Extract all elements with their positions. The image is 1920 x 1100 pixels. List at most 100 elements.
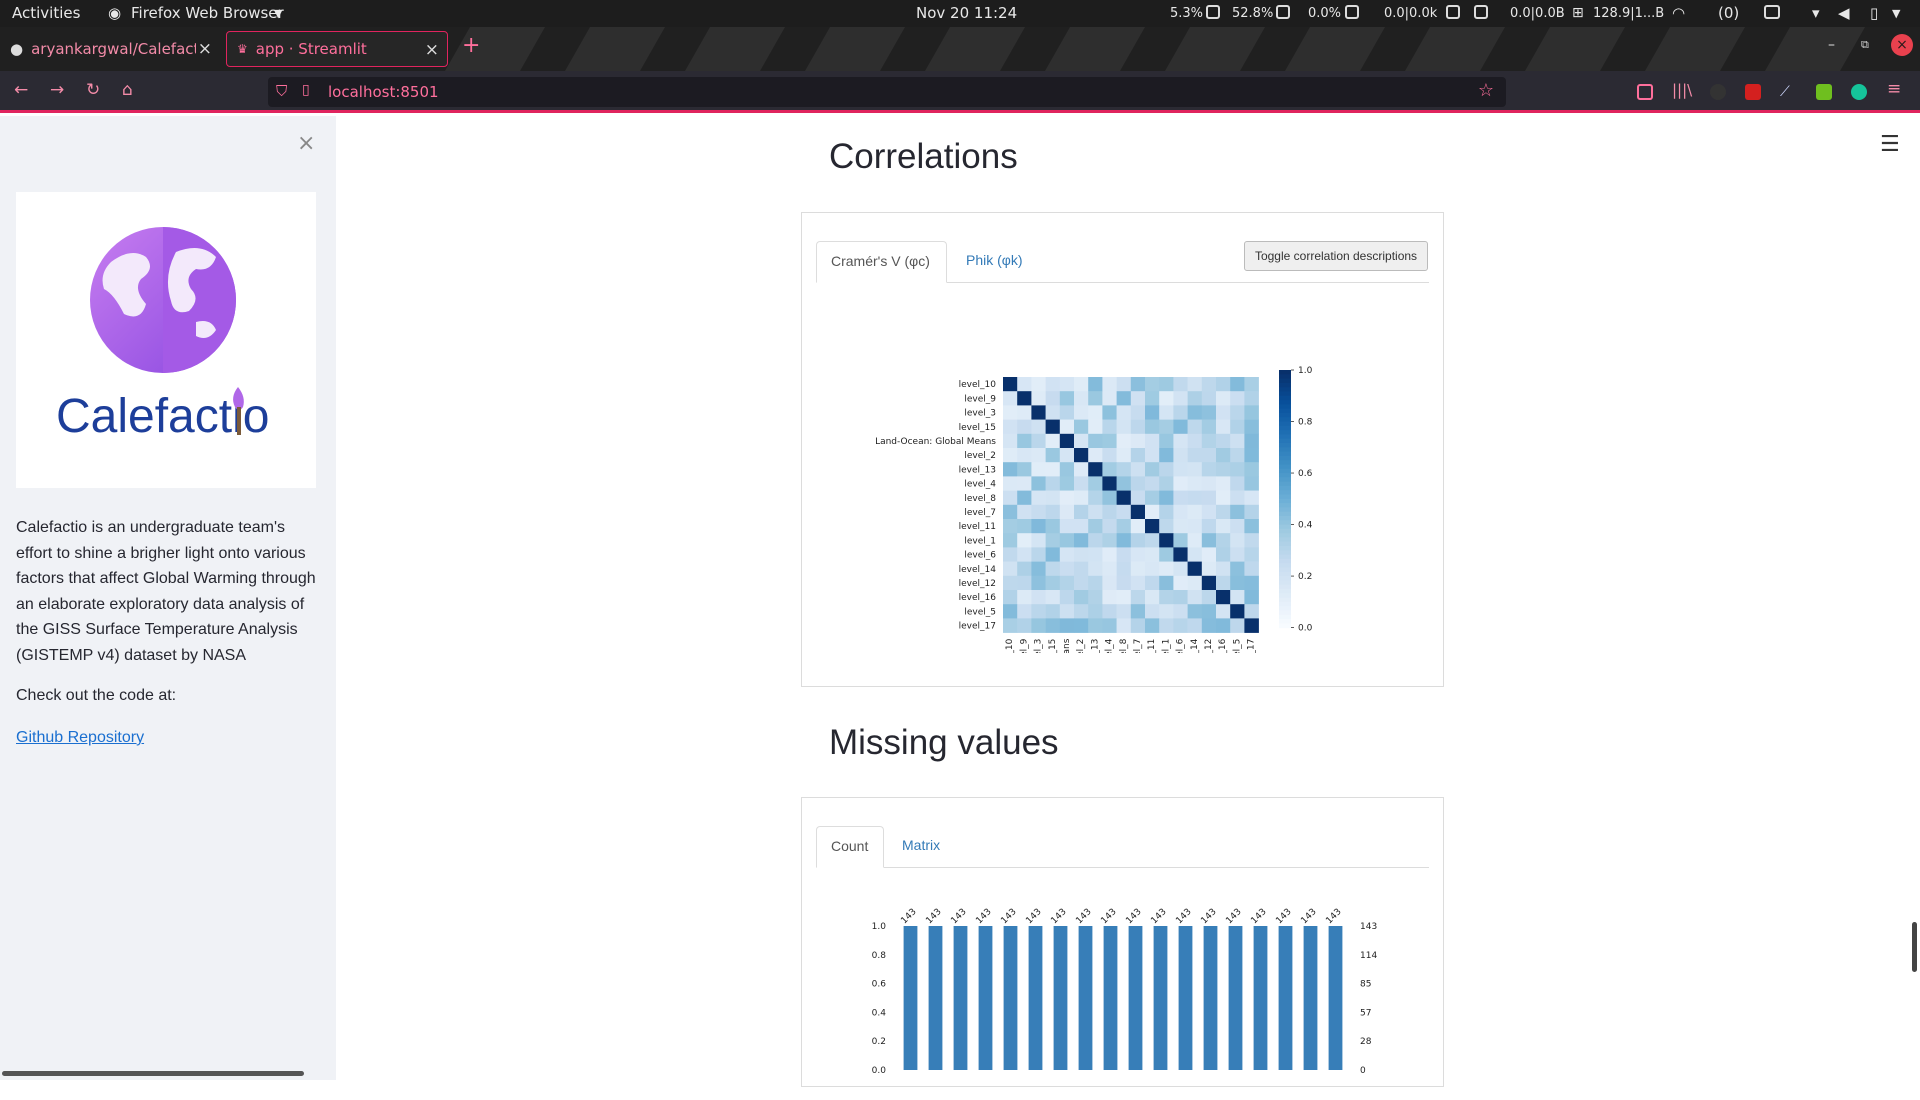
tab-matrix[interactable]: Matrix bbox=[888, 826, 954, 868]
heatmap-cell bbox=[1201, 575, 1217, 591]
colorbar-segment bbox=[1279, 524, 1291, 530]
missing-count-bar bbox=[978, 926, 993, 1070]
heatmap-cell bbox=[1074, 547, 1089, 562]
heatmap-cell bbox=[1031, 547, 1046, 562]
heatmap-cell bbox=[1201, 533, 1217, 548]
correlations-panel: Cramér's V (φc) Phik (φk) level_10 level_… bbox=[801, 212, 1444, 687]
heatmap-cell bbox=[1003, 533, 1018, 548]
colorbar-segment bbox=[1279, 614, 1291, 620]
minimize-button[interactable]: – bbox=[1828, 37, 1835, 53]
toggle-correlation-descriptions-button[interactable]: Toggle correlation descriptions bbox=[1244, 241, 1428, 271]
bar-value-label: 143 bbox=[999, 907, 1018, 926]
heatmap-cell bbox=[1116, 476, 1132, 491]
missing-count-bar bbox=[1078, 926, 1093, 1070]
battery-icon[interactable]: ▯ bbox=[1870, 4, 1878, 22]
heatmap-cell bbox=[1031, 377, 1046, 392]
sidebar-scrollbar[interactable] bbox=[2, 1071, 304, 1076]
page-info-icon[interactable]: ▯ bbox=[302, 82, 310, 98]
heatmap-cell bbox=[1116, 590, 1132, 605]
back-button[interactable]: ← bbox=[14, 80, 28, 100]
heatmap-row-label: level_10 bbox=[959, 380, 997, 390]
heatmap-cell bbox=[1130, 590, 1146, 605]
home-button[interactable]: ⌂ bbox=[122, 80, 133, 100]
heatmap-cell bbox=[1244, 547, 1259, 562]
url-bar[interactable]: ⛉ ▯ localhost:8501 ☆ bbox=[268, 77, 1506, 107]
bar-value-label: 143 bbox=[1074, 907, 1093, 926]
colorbar-segment bbox=[1279, 374, 1291, 380]
tab-count[interactable]: Count bbox=[816, 826, 884, 868]
screenshot-icon[interactable] bbox=[1764, 5, 1780, 19]
url-text[interactable]: localhost:8501 bbox=[328, 83, 439, 101]
clock[interactable]: Nov 20 11:24 bbox=[916, 4, 1017, 22]
cpu-icon bbox=[1206, 5, 1220, 19]
heatmap-cell bbox=[1017, 391, 1032, 406]
swap-icon bbox=[1345, 5, 1359, 19]
download-helper-icon[interactable] bbox=[1816, 84, 1832, 100]
heatmap-cell bbox=[1187, 391, 1203, 406]
close-window-button[interactable]: × bbox=[1891, 34, 1913, 56]
forward-button[interactable]: → bbox=[50, 80, 64, 100]
heatmap-cell bbox=[1088, 547, 1103, 562]
streamlit-menu-icon[interactable]: ☰ bbox=[1880, 132, 1900, 157]
heatmap-row-label: level_17 bbox=[959, 622, 996, 632]
grammarly-icon[interactable] bbox=[1851, 84, 1867, 100]
close-sidebar-button[interactable]: × bbox=[297, 131, 315, 156]
shield-icon[interactable]: ⛉ bbox=[276, 82, 287, 100]
bar-value-label: 143 bbox=[1124, 907, 1143, 926]
heatmap-cell bbox=[1159, 590, 1174, 605]
heatmap-cell bbox=[1201, 433, 1217, 449]
reload-button[interactable]: ↻ bbox=[86, 80, 100, 100]
wifi-status-icon[interactable]: ▾ bbox=[1812, 4, 1820, 22]
heatmap-cell bbox=[1031, 533, 1046, 548]
close-tab-icon[interactable]: × bbox=[425, 40, 439, 60]
heatmap-cell bbox=[1145, 448, 1160, 463]
heatmap-cell bbox=[1216, 448, 1231, 463]
color-picker-icon[interactable]: ⟋ bbox=[1780, 84, 1796, 100]
system-top-bar: Activities ◉ Firefox Web Browser ▼ Nov 2… bbox=[0, 0, 1920, 27]
main-scrollbar[interactable] bbox=[1912, 922, 1917, 972]
colorbar-segment bbox=[1279, 490, 1291, 496]
missing-count-bar bbox=[1003, 926, 1018, 1070]
notification-count[interactable]: (0) bbox=[1718, 4, 1739, 22]
system-menu-arrow-icon[interactable]: ▼ bbox=[1892, 7, 1900, 20]
heatmap-row-label: Land-Ocean: Global Means bbox=[875, 437, 996, 447]
close-tab-icon[interactable]: × bbox=[198, 39, 212, 59]
heatmap-cell bbox=[1130, 533, 1146, 548]
tab-phik[interactable]: Phik (φk) bbox=[952, 241, 1037, 283]
app-menu-icon[interactable]: ≡ bbox=[1887, 79, 1901, 99]
extension-ninja-icon[interactable] bbox=[1710, 84, 1726, 100]
heatmap-cell bbox=[1031, 476, 1046, 491]
colorbar-segment bbox=[1279, 537, 1291, 543]
missing-count-bar bbox=[1328, 926, 1343, 1070]
library-icon[interactable]: |||\ bbox=[1672, 81, 1692, 99]
pocket-icon[interactable] bbox=[1637, 84, 1653, 100]
heatmap-row-label: level_5 bbox=[964, 607, 996, 617]
heatmap-cell bbox=[1003, 519, 1018, 534]
heatmap-cell bbox=[1017, 561, 1032, 577]
tab-streamlit[interactable]: ♛ app · Streamlit × bbox=[226, 31, 448, 67]
tab-github[interactable]: ● aryankargwal/Calefactio × bbox=[0, 31, 220, 67]
heatmap-cell bbox=[1230, 462, 1245, 477]
heatmap-cell bbox=[1102, 590, 1117, 605]
github-repository-link[interactable]: Github Repository bbox=[16, 729, 144, 747]
volume-icon[interactable]: ◀ bbox=[1838, 4, 1850, 22]
colorbar-segment bbox=[1279, 541, 1291, 547]
tab-cramers-v[interactable]: Cramér's V (φc) bbox=[816, 241, 947, 283]
bookmark-star-icon[interactable]: ☆ bbox=[1478, 80, 1494, 101]
new-tab-button[interactable]: + bbox=[462, 33, 480, 58]
heatmap-cell bbox=[1145, 604, 1160, 619]
restore-button[interactable]: ⧉ bbox=[1861, 38, 1869, 52]
heatmap-cell bbox=[1088, 448, 1103, 463]
heatmap-cell bbox=[1244, 533, 1259, 548]
heatmap-row-label: level_6 bbox=[964, 551, 996, 561]
correlations-heading: Correlations bbox=[829, 137, 1018, 176]
heatmap-row-label: level_8 bbox=[964, 494, 996, 504]
heatmap-cell bbox=[1130, 604, 1146, 619]
heatmap-cell bbox=[1130, 405, 1146, 420]
activities-button[interactable]: Activities bbox=[12, 4, 80, 22]
app-menu[interactable]: Firefox Web Browser bbox=[131, 4, 284, 22]
missing-count-bar bbox=[1303, 926, 1318, 1070]
heatmap-cell bbox=[1088, 604, 1103, 619]
heatmap-cell bbox=[1145, 433, 1160, 449]
ublock-icon[interactable] bbox=[1745, 84, 1761, 100]
